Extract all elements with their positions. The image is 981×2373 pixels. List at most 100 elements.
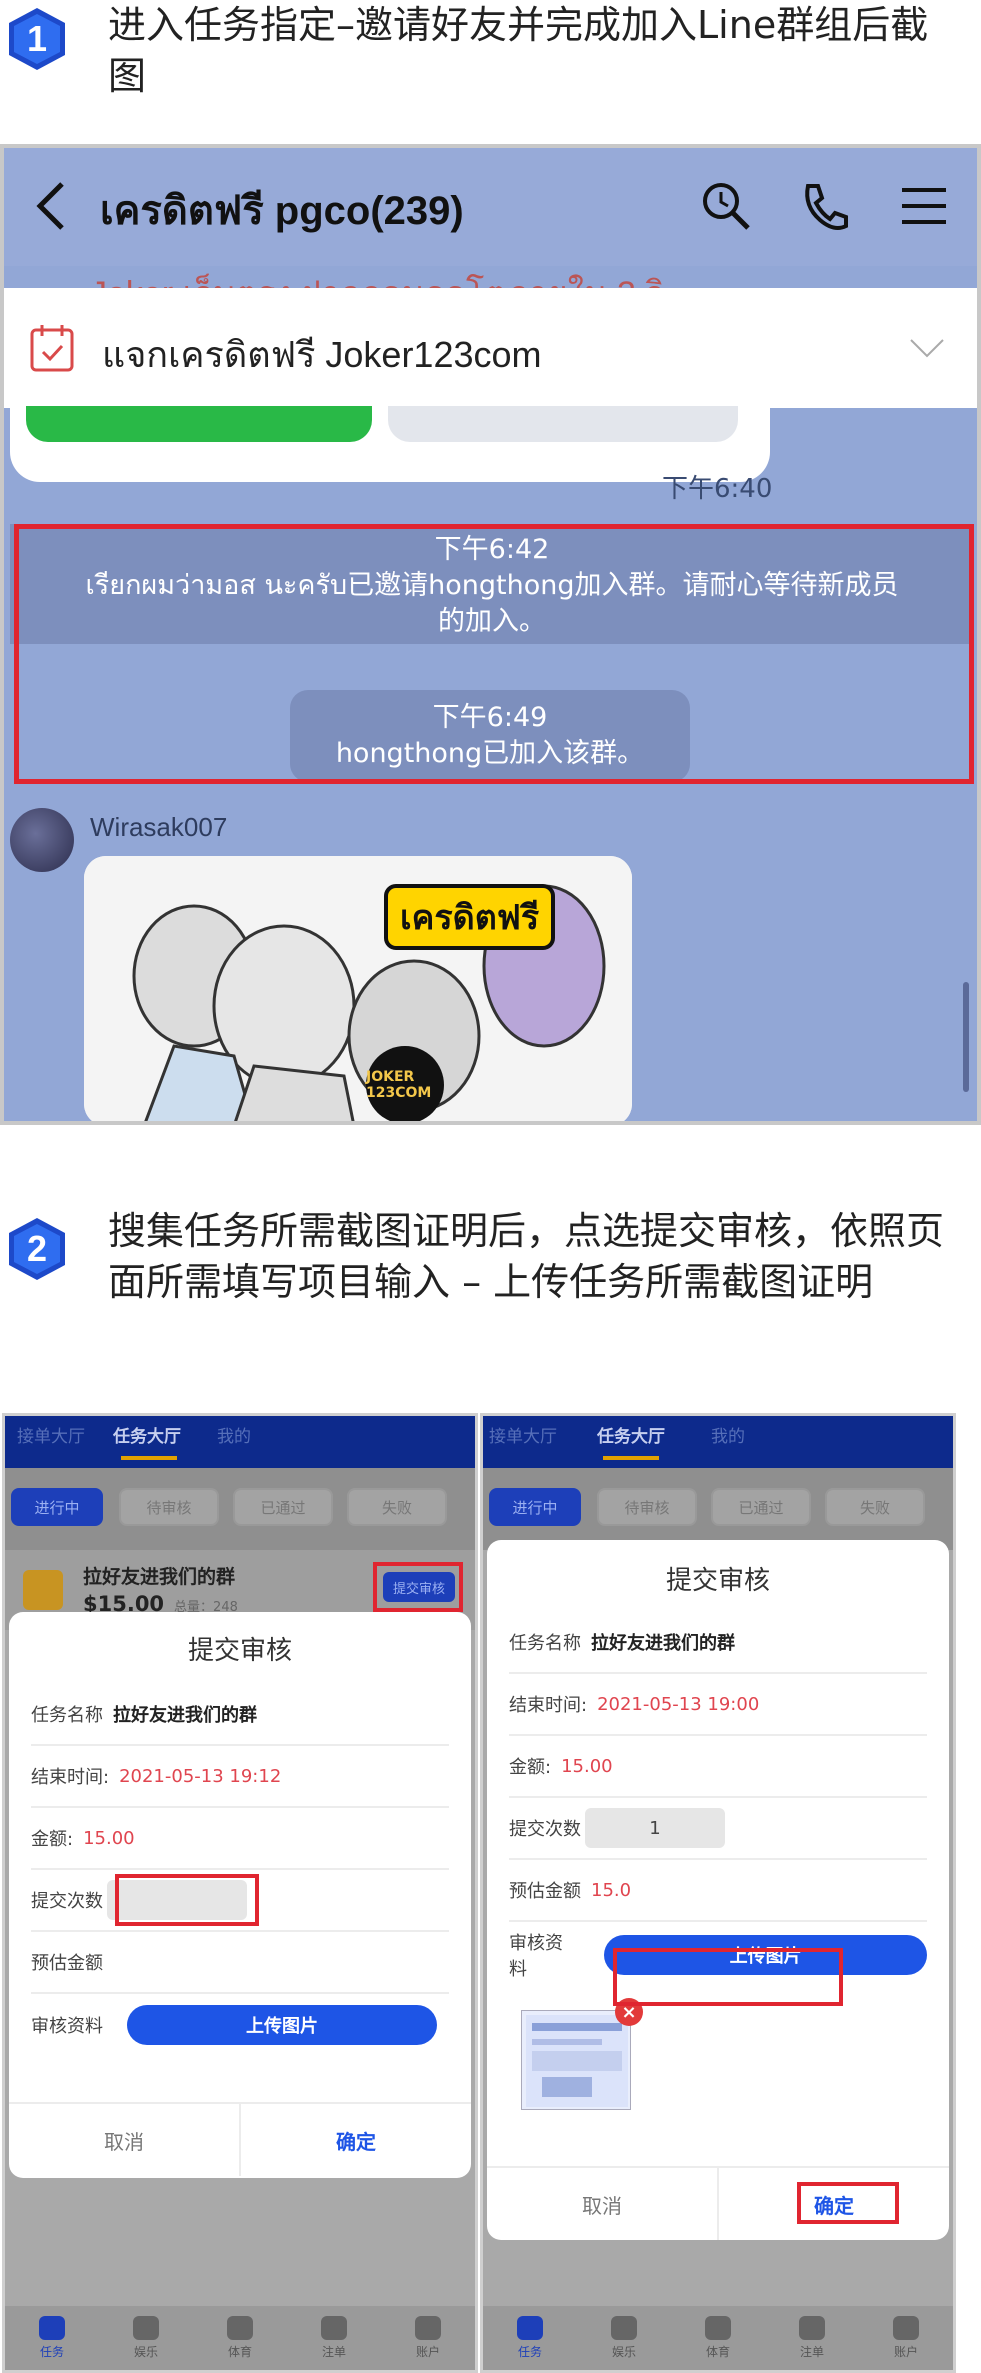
sticker-label: เครดิตฟรี <box>384 884 556 950</box>
upload-image-button[interactable]: 上传图片 <box>127 2005 437 2045</box>
label: 结束时间: <box>509 1695 588 1716</box>
row-estimate: 预估金额 15.0 <box>509 1860 927 1922</box>
highlight-frame <box>115 1874 259 1926</box>
nav-label: 任务 <box>39 2345 64 2359</box>
label: 任务名称 <box>509 1633 581 1654</box>
nav-account[interactable]: 账户 <box>381 2306 475 2370</box>
nav-task[interactable]: 任务 <box>483 2306 577 2370</box>
tab-mine[interactable]: 我的 <box>217 1422 251 1447</box>
app-top-tabs: 接单大厅 任务大厅 我的 <box>483 1416 953 1468</box>
value: 拉好友进我们的群 <box>113 1705 257 1726</box>
step-number: 2 <box>26 1228 48 1269</box>
calendar-icon <box>30 325 74 372</box>
sender-name: Wirasak007 <box>90 812 228 842</box>
nav-sports[interactable]: 体育 <box>193 2306 287 2370</box>
filter-in-progress[interactable]: 进行中 <box>489 1488 581 1526</box>
label: 提交次数 <box>31 1891 103 1912</box>
app-screenshot-left: 接单大厅 任务大厅 我的 进行中 待审核 已通过 失败 拉好友进我们的群 $15… <box>2 1413 478 2373</box>
filter-approved[interactable]: 已通过 <box>711 1488 811 1526</box>
document-icon <box>321 2316 347 2340</box>
label: 金额: <box>31 1829 74 1850</box>
bottom-nav: 任务 娱乐 体育 注单 账户 <box>5 2306 475 2370</box>
status-filter: 进行中 待审核 已通过 失败 <box>483 1468 953 1550</box>
row-amount: 金额: 15.00 <box>509 1736 927 1798</box>
row-estimate: 预估金额 <box>31 1932 449 1994</box>
chat-title: เครดิตฟรี pgco(239) <box>100 189 464 233</box>
label: 审核资料 <box>31 2016 103 2037</box>
dialog-title: 提交审核 <box>187 1636 292 1666</box>
bubble-grey-button[interactable] <box>388 406 738 442</box>
bottom-nav: 任务 娱乐 体育 注单 账户 <box>483 2306 953 2370</box>
nav-label: 体育 <box>705 2345 730 2359</box>
highlight-frame <box>373 1562 463 1612</box>
submit-count-input[interactable]: 1 <box>585 1808 725 1848</box>
filter-approved[interactable]: 已通过 <box>233 1488 333 1526</box>
user-icon <box>893 2316 919 2340</box>
step-2-badge: 2 <box>4 1216 70 1282</box>
nav-sports[interactable]: 体育 <box>671 2306 765 2370</box>
tab-underline <box>121 1456 177 1460</box>
step-1: 1 进入任务指定–邀请好友并完成加入Line群组后截图 <box>0 0 981 140</box>
tab-order-hall[interactable]: 接单大厅 <box>489 1422 557 1447</box>
nav-entertainment[interactable]: 娱乐 <box>577 2306 671 2370</box>
app-top-tabs: 接单大厅 任务大厅 我的 <box>5 1416 475 1468</box>
label: 预估金额 <box>31 1953 103 1974</box>
tab-order-hall[interactable]: 接单大厅 <box>17 1422 85 1447</box>
highlight-frame <box>613 1948 843 2006</box>
tab-task-hall[interactable]: 任务大厅 <box>113 1422 181 1447</box>
label: 提交次数 <box>509 1819 581 1840</box>
value: 2021-05-13 19:12 <box>119 1765 282 1787</box>
nav-label: 娱乐 <box>611 2345 636 2359</box>
highlight-frame <box>14 524 974 784</box>
nav-account[interactable]: 账户 <box>859 2306 953 2370</box>
step-2-instruction: 搜集任务所需截图证明后，点选提交审核，依照页面所需填写项目输入 – 上传任务所需… <box>108 1209 945 1304</box>
avatar[interactable] <box>10 808 74 872</box>
screenshot-thumbnail-icon <box>526 2015 628 2107</box>
image-message[interactable]: เครดิตฟรี JOKER 123COM <box>84 856 632 1121</box>
entertainment-icon <box>133 2316 159 2340</box>
label: 结束时间: <box>31 1767 110 1788</box>
line-chat-screenshot: เครดิตฟรี pgco(239) Joker เว็บตรง ฝากถอน… <box>0 144 981 1125</box>
filter-pending[interactable]: 待审核 <box>597 1488 697 1526</box>
filter-pending[interactable]: 待审核 <box>119 1488 219 1526</box>
row-end-time: 结束时间: 2021-05-13 19:12 <box>31 1746 449 1808</box>
tab-mine[interactable]: 我的 <box>711 1422 745 1447</box>
menu-icon[interactable] <box>894 176 954 236</box>
nav-label: 注单 <box>799 2345 824 2359</box>
nav-label: 娱乐 <box>133 2345 158 2359</box>
step-2: 2 搜集任务所需截图证明后，点选提交审核，依照页面所需填写项目输入 – 上传任务… <box>0 1206 981 1376</box>
nav-bets[interactable]: 注单 <box>287 2306 381 2370</box>
document-icon <box>799 2316 825 2340</box>
chevron-down-icon[interactable] <box>907 330 947 366</box>
cancel-button[interactable]: 取消 <box>9 2104 241 2176</box>
tab-task-hall[interactable]: 任务大厅 <box>597 1422 665 1447</box>
confirm-button[interactable]: 确定 <box>241 2104 471 2176</box>
filter-failed[interactable]: 失败 <box>347 1488 447 1526</box>
label: 金额: <box>509 1757 552 1778</box>
filter-in-progress[interactable]: 进行中 <box>11 1488 103 1526</box>
scrollbar[interactable] <box>963 982 969 1092</box>
nav-entertainment[interactable]: 娱乐 <box>99 2306 193 2370</box>
search-icon[interactable] <box>696 176 756 236</box>
nav-task[interactable]: 任务 <box>5 2306 99 2370</box>
message-time: 下午6:40 <box>662 474 773 504</box>
nav-bets[interactable]: 注单 <box>765 2306 859 2370</box>
dialog-footer: 取消 确定 <box>9 2102 471 2176</box>
step-1-instruction: 进入任务指定–邀请好友并完成加入Line群组后截图 <box>108 3 929 98</box>
user-icon <box>415 2316 441 2340</box>
phone-call-icon[interactable] <box>794 176 854 236</box>
row-task-name: 任务名称 拉好友进我们的群 <box>509 1612 927 1674</box>
bubble-green-button[interactable] <box>26 406 372 442</box>
label: 审核资料 <box>509 1933 563 1980</box>
entertainment-icon <box>611 2316 637 2340</box>
back-arrow-icon[interactable] <box>28 176 78 236</box>
value: 2021-05-13 19:00 <box>597 1693 760 1715</box>
row-end-time: 结束时间: 2021-05-13 19:00 <box>509 1674 927 1736</box>
cancel-button[interactable]: 取消 <box>487 2168 719 2240</box>
nav-label: 任务 <box>517 2345 542 2359</box>
uploaded-image-thumbnail[interactable] <box>521 2010 631 2110</box>
highlight-frame <box>797 2182 899 2224</box>
pinned-announcement[interactable]: แจกเครดิตฟรี Joker123com <box>4 288 977 408</box>
submit-review-dialog: 提交审核 任务名称 拉好友进我们的群 结束时间: 2021-05-13 19:0… <box>487 1540 949 2240</box>
filter-failed[interactable]: 失败 <box>825 1488 925 1526</box>
